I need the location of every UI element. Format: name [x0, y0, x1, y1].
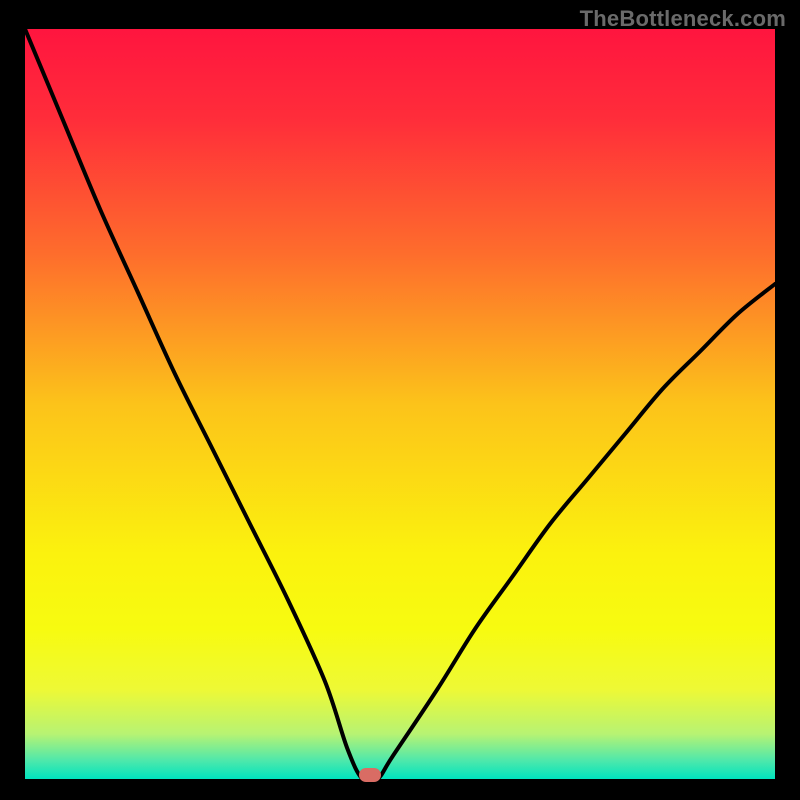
- bottleneck-curve-chart: [25, 29, 775, 779]
- watermark-text: TheBottleneck.com: [580, 6, 786, 32]
- optimal-point-marker: [359, 768, 381, 782]
- chart-frame: TheBottleneck.com: [0, 0, 800, 800]
- plot-area: [25, 29, 775, 779]
- gradient-background: [25, 29, 775, 779]
